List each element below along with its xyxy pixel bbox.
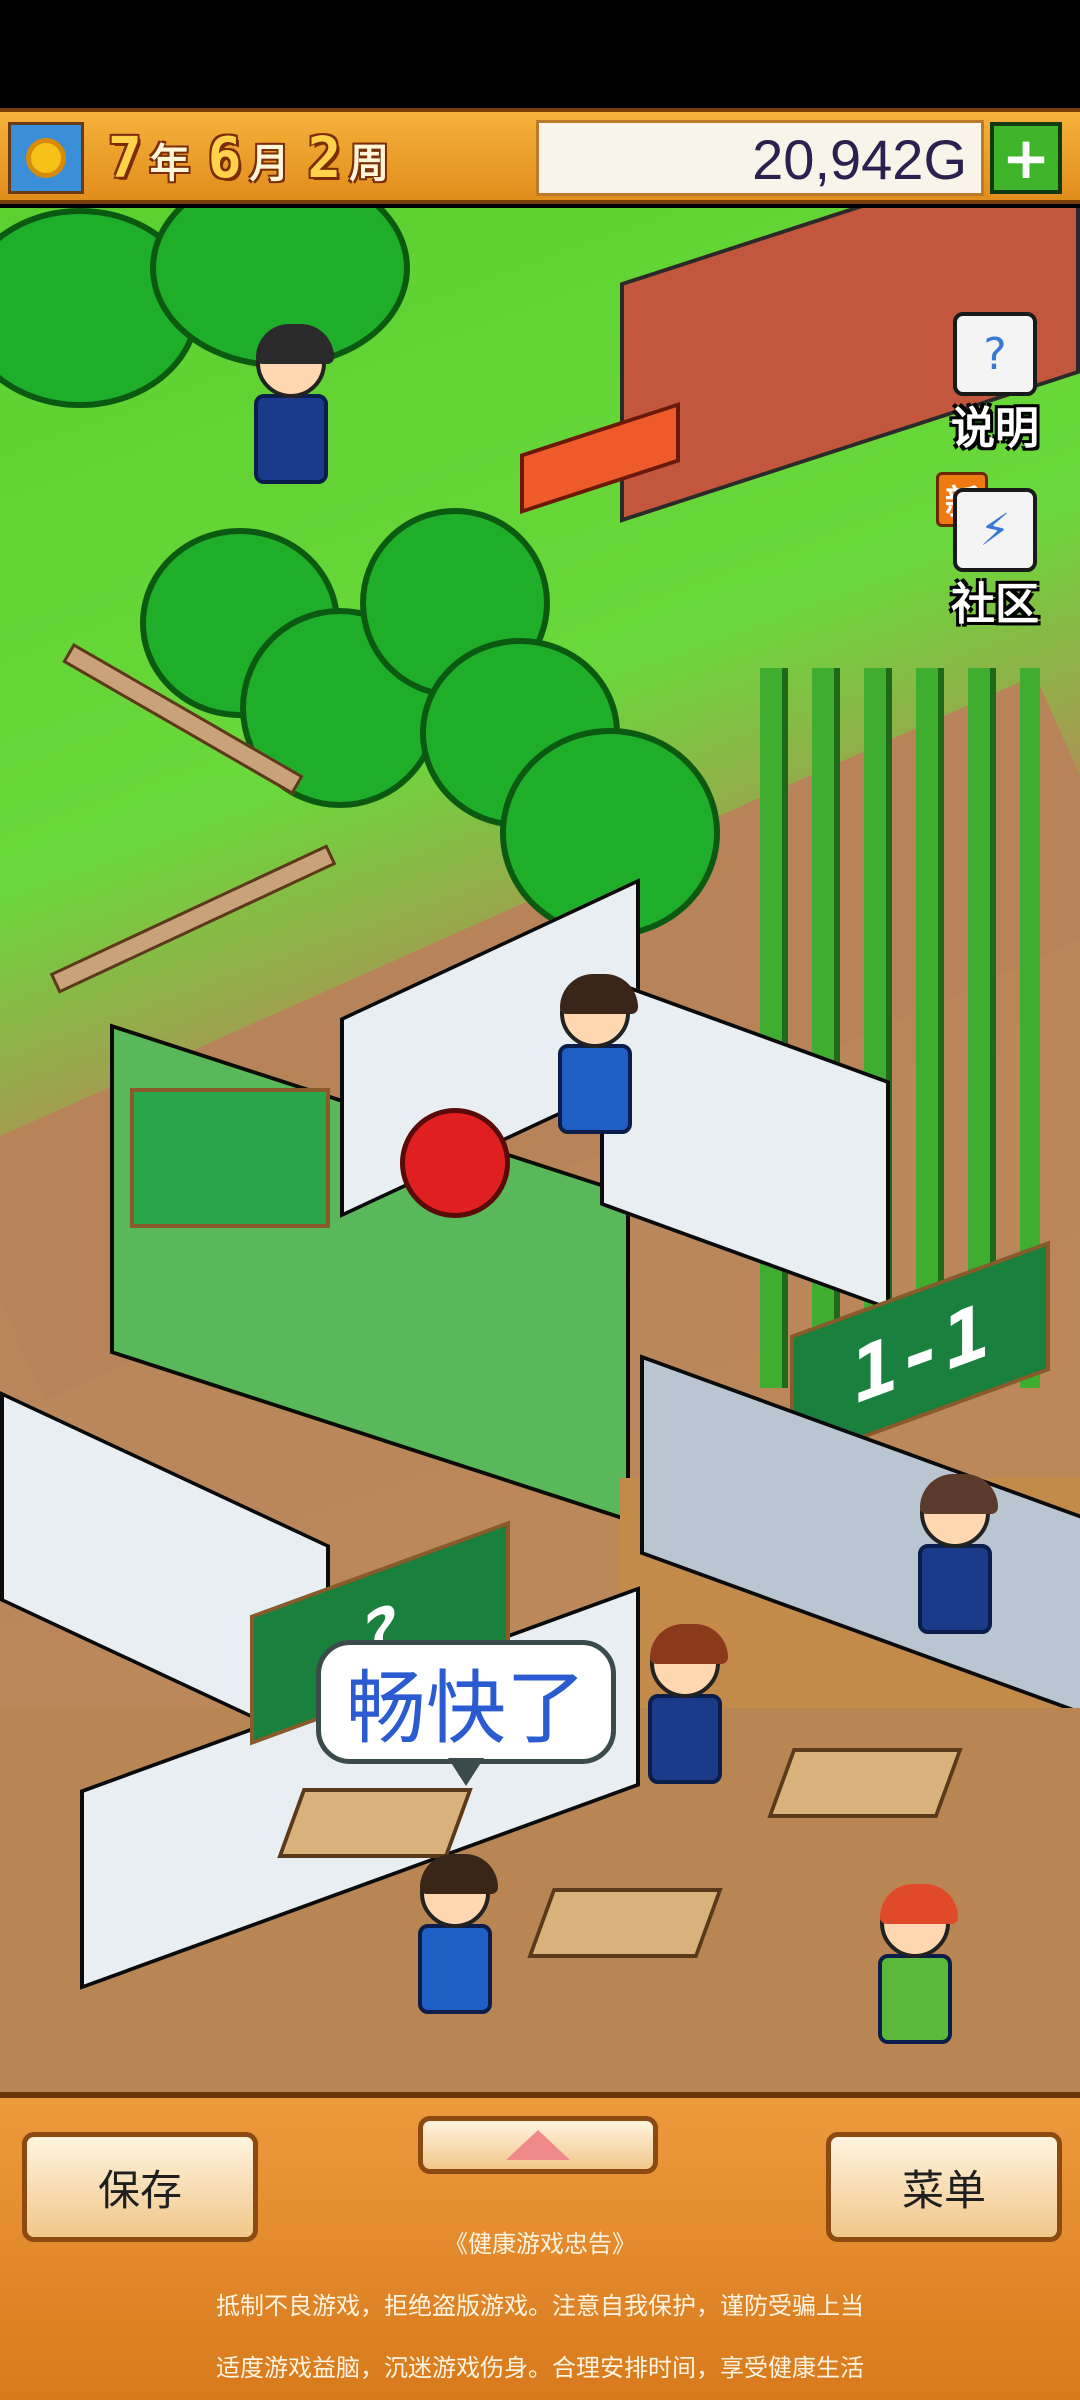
speech-bubble: 畅快了 bbox=[316, 1640, 616, 1764]
month-unit: 月 bbox=[249, 141, 290, 187]
teacher[interactable] bbox=[558, 974, 638, 1134]
student-walking[interactable] bbox=[254, 324, 334, 484]
week-value: 2 bbox=[307, 126, 342, 191]
expand-panel-button[interactable] bbox=[418, 2116, 658, 2174]
class-sign-text: 1-1 bbox=[851, 1283, 989, 1423]
money-value: 20,942G bbox=[752, 128, 967, 191]
desk bbox=[527, 1888, 723, 1958]
health-notice-line: 适度游戏益脑，沉迷游戏伤身。合理安排时间，享受健康生活 bbox=[216, 2354, 864, 2382]
student-seated[interactable] bbox=[918, 1474, 998, 1634]
community-label: 社区 bbox=[951, 579, 1039, 630]
student-talking[interactable] bbox=[418, 1854, 498, 2014]
health-notice-title: 《健康游戏忠告》 bbox=[444, 2230, 636, 2258]
desk bbox=[767, 1748, 963, 1818]
game-hud: 7 年 6 月 2 周 20,942G + bbox=[0, 108, 1080, 204]
student-standing[interactable] bbox=[878, 1884, 958, 2044]
student-seated[interactable] bbox=[648, 1624, 728, 1784]
speech-text: 畅快了 bbox=[346, 1662, 586, 1755]
month-value: 6 bbox=[207, 126, 242, 191]
bottom-panel: 保存 菜单 《健康游戏忠告》 抵制不良游戏，拒绝盗版游戏。注意自我保护，谨防受骗… bbox=[0, 2092, 1080, 2400]
year-unit: 年 bbox=[149, 141, 190, 187]
speech-bubble-tail bbox=[448, 1758, 484, 1786]
lightning-icon: ⚡ bbox=[953, 488, 1037, 572]
status-bar bbox=[0, 0, 1080, 108]
game-scene[interactable]: 1-1 ? bbox=[0, 208, 1080, 2092]
arrow-up-icon bbox=[506, 2130, 570, 2160]
community-button[interactable]: ⚡ 社区 bbox=[940, 488, 1050, 632]
help-icon: ? bbox=[953, 312, 1037, 396]
health-notice-line: 抵制不良游戏，拒绝盗版游戏。注意自我保护，谨防受骗上当 bbox=[216, 2292, 864, 2320]
desk bbox=[277, 1788, 473, 1858]
help-button[interactable]: ? 说明 bbox=[940, 312, 1050, 456]
help-label: 说明 bbox=[951, 403, 1039, 454]
red-chair bbox=[400, 1108, 510, 1218]
sunflower-icon[interactable] bbox=[8, 122, 84, 194]
money-display: 20,942G bbox=[536, 120, 984, 196]
notice-board bbox=[130, 1088, 330, 1228]
add-money-button[interactable]: + bbox=[990, 122, 1062, 194]
week-unit: 周 bbox=[349, 141, 390, 187]
game-date: 7 年 6 月 2 周 bbox=[100, 126, 399, 192]
fence bbox=[49, 844, 337, 994]
year-value: 7 bbox=[108, 126, 142, 191]
